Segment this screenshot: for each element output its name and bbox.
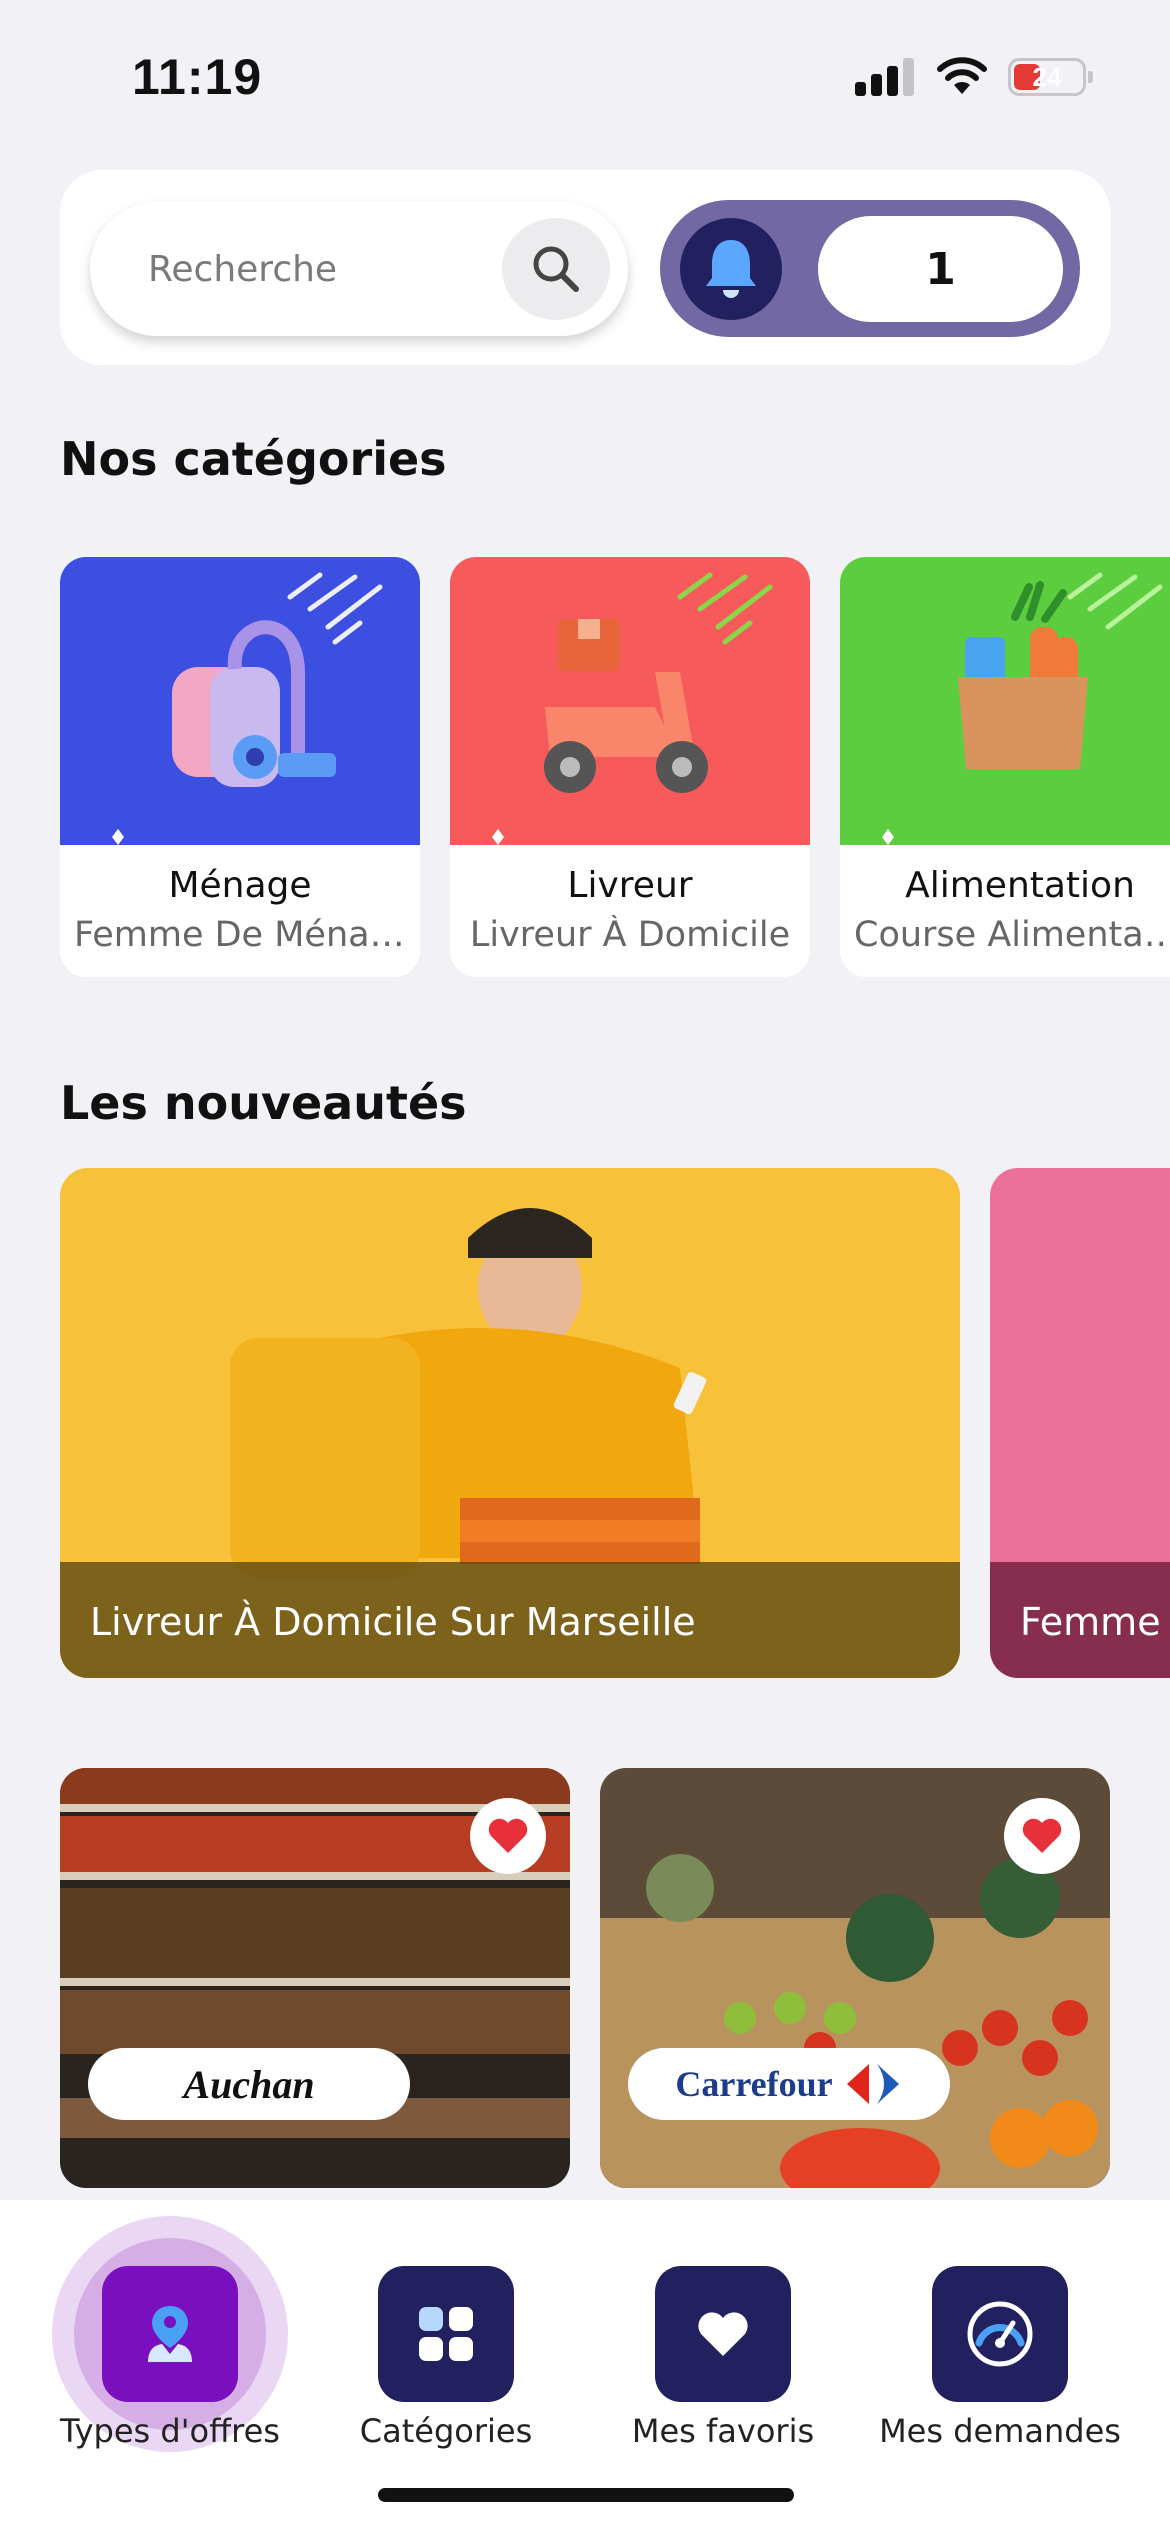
store-card-auchan[interactable]: Auchan <box>60 1768 570 2188</box>
tab-label: Catégories <box>359 2412 533 2450</box>
tab-demandes[interactable]: Mes demandes <box>860 2200 1140 2500</box>
heart-icon <box>698 2312 748 2356</box>
store-logo: Auchan <box>88 2048 410 2120</box>
search-bar <box>90 202 628 336</box>
bell-icon <box>706 240 756 298</box>
search-icon <box>533 246 579 292</box>
store-card-carrefour[interactable]: Carrefour <box>600 1768 1110 2188</box>
store-logo: Carrefour <box>628 2048 950 2120</box>
news-caption: Femme <box>1020 1600 1161 1644</box>
cellular-signal-icon <box>855 58 915 96</box>
map-pin-person-icon <box>148 2306 192 2362</box>
category-card-livreur[interactable]: Livreur Livreur À Domicile <box>450 557 810 977</box>
category-title: Livreur <box>567 865 693 906</box>
tab-icon-box <box>932 2266 1068 2402</box>
carrefour-logo-icon <box>846 2064 899 2104</box>
store-brand: Carrefour <box>675 2064 833 2104</box>
tab-icon-box <box>655 2266 791 2402</box>
notification-bell-button[interactable] <box>680 218 782 320</box>
delivery-scooter-icon <box>450 557 810 845</box>
favorite-button[interactable] <box>1004 1798 1080 1874</box>
news-card-livreur[interactable]: Livreur À Domicile Sur Marseille <box>60 1168 960 1678</box>
battery-level: 24 <box>1032 62 1062 92</box>
tab-icon-box <box>378 2266 514 2402</box>
speedometer-icon <box>967 2301 1033 2367</box>
tab-favoris[interactable]: Mes favoris <box>583 2200 863 2500</box>
vacuum-cleaner-icon <box>60 557 420 845</box>
home-indicator <box>378 2488 794 2502</box>
heart-icon <box>488 1818 528 1853</box>
favorite-button[interactable] <box>470 1798 546 1874</box>
grocery-bag-icon <box>840 557 1170 845</box>
battery-icon: 24 <box>1008 58 1093 96</box>
search-input[interactable] <box>148 240 488 298</box>
wifi-icon <box>937 57 987 94</box>
status-time: 11:19 <box>132 49 263 105</box>
notification-count: 1 <box>818 216 1063 322</box>
tab-types-offres[interactable]: Types d'offres <box>30 2200 310 2500</box>
status-bar: 11:19 24 <box>0 0 1170 150</box>
tab-label: Mes favoris <box>631 2412 815 2450</box>
category-card-alimentation[interactable]: Alimentation Course Alimentaire <box>840 557 1170 977</box>
categories-heading: Nos catégories <box>60 432 447 486</box>
header-card: 1 <box>60 170 1110 365</box>
category-subtitle: Livreur À Domicile <box>469 915 791 955</box>
store-brand: Auchan <box>183 2061 315 2107</box>
grid-icon <box>419 2307 473 2361</box>
heart-icon <box>1022 1818 1062 1853</box>
tab-label: Types d'offres <box>60 2412 280 2450</box>
category-subtitle: Course Alimentaire <box>854 915 1170 955</box>
news-caption: Livreur À Domicile Sur Marseille <box>90 1600 696 1644</box>
news-card-femme[interactable]: Femme <box>990 1168 1170 1678</box>
notifications-pill[interactable]: 1 <box>660 200 1080 337</box>
category-subtitle: Femme De Ménage <box>74 915 406 955</box>
category-card-menage[interactable]: Ménage Femme De Ménage <box>60 557 420 977</box>
news-heading: Les nouveautés <box>60 1076 467 1130</box>
category-title: Alimentation <box>905 865 1135 906</box>
search-button[interactable] <box>502 218 610 320</box>
tab-categories[interactable]: Catégories <box>306 2200 586 2500</box>
tab-label: Mes demandes <box>879 2412 1121 2450</box>
tab-icon-box <box>102 2266 238 2402</box>
category-title: Ménage <box>168 865 312 906</box>
